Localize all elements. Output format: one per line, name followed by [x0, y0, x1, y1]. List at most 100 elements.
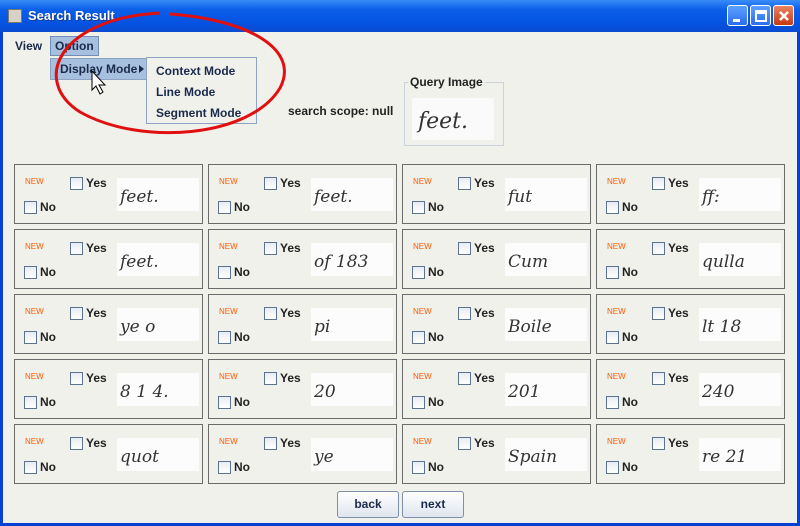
yes-checkbox[interactable]: [264, 177, 277, 190]
result-thumbnail-image[interactable]: 240: [699, 373, 781, 406]
result-thumbnail-image[interactable]: 8 1 4.: [117, 373, 199, 406]
no-checkbox[interactable]: [24, 201, 37, 214]
no-checkbox[interactable]: [606, 266, 619, 279]
no-checkbox[interactable]: [606, 396, 619, 409]
no-checkbox[interactable]: [412, 461, 425, 474]
minimize-button[interactable]: [727, 5, 748, 26]
result-thumbnail-image[interactable]: quot: [117, 438, 199, 471]
no-label: No: [234, 460, 250, 474]
no-label: No: [428, 330, 444, 344]
yes-checkbox[interactable]: [70, 372, 83, 385]
yes-checkbox[interactable]: [264, 242, 277, 255]
no-label: No: [40, 395, 56, 409]
no-checkbox[interactable]: [24, 331, 37, 344]
no-checkbox[interactable]: [412, 396, 425, 409]
no-checkbox[interactable]: [218, 331, 231, 344]
menu-view[interactable]: View: [11, 36, 46, 56]
menu-item-segment-mode[interactable]: Segment Mode: [156, 106, 241, 120]
svg-text:feet.: feet.: [118, 252, 159, 272]
yes-checkbox[interactable]: [70, 242, 83, 255]
result-card: NEW Yes No 201: [402, 359, 591, 419]
close-button[interactable]: [773, 5, 794, 26]
result-thumbnail-image[interactable]: lt 18: [699, 308, 781, 341]
yes-checkbox[interactable]: [652, 372, 665, 385]
no-checkbox[interactable]: [606, 201, 619, 214]
title-bar[interactable]: Search Result: [0, 0, 800, 32]
result-card: NEW Yes No Boile: [402, 294, 591, 354]
yes-checkbox[interactable]: [458, 372, 471, 385]
result-card: NEW Yes No ye: [208, 424, 397, 484]
result-thumbnail-image[interactable]: of 183: [311, 243, 393, 276]
yes-label: Yes: [668, 241, 689, 255]
back-button[interactable]: back: [337, 491, 399, 518]
result-card: NEW Yes No quot: [14, 424, 203, 484]
no-checkbox[interactable]: [24, 266, 37, 279]
result-thumbnail-image[interactable]: 201: [505, 373, 587, 406]
yes-checkbox[interactable]: [458, 437, 471, 450]
yes-checkbox[interactable]: [652, 307, 665, 320]
no-checkbox[interactable]: [218, 461, 231, 474]
new-badge: NEW: [413, 307, 432, 316]
no-checkbox[interactable]: [24, 396, 37, 409]
menu-option[interactable]: Option: [50, 36, 99, 56]
yes-checkbox[interactable]: [652, 242, 665, 255]
result-thumbnail-image[interactable]: pi: [311, 308, 393, 341]
maximize-button[interactable]: [750, 5, 771, 26]
yes-checkbox[interactable]: [264, 307, 277, 320]
yes-label: Yes: [280, 241, 301, 255]
no-checkbox[interactable]: [412, 331, 425, 344]
yes-checkbox[interactable]: [70, 437, 83, 450]
result-thumbnail-image[interactable]: fut: [505, 178, 587, 211]
no-checkbox[interactable]: [412, 266, 425, 279]
no-checkbox[interactable]: [24, 461, 37, 474]
no-label: No: [40, 330, 56, 344]
no-checkbox[interactable]: [218, 266, 231, 279]
yes-checkbox[interactable]: [264, 437, 277, 450]
result-thumbnail-image[interactable]: ye: [311, 438, 393, 471]
result-thumbnail-image[interactable]: qulla: [699, 243, 781, 276]
yes-label: Yes: [474, 241, 495, 255]
no-checkbox[interactable]: [412, 201, 425, 214]
yes-checkbox[interactable]: [70, 177, 83, 190]
result-thumbnail-image[interactable]: feet.: [117, 243, 199, 276]
yes-label: Yes: [280, 371, 301, 385]
yes-checkbox[interactable]: [652, 177, 665, 190]
svg-text:qulla: qulla: [702, 252, 745, 272]
yes-checkbox[interactable]: [652, 437, 665, 450]
result-thumbnail-image[interactable]: Cum: [505, 243, 587, 276]
menu-item-display-mode[interactable]: Display Mode: [51, 59, 146, 79]
no-checkbox[interactable]: [218, 201, 231, 214]
result-thumbnail-image[interactable]: ff:: [699, 178, 781, 211]
svg-text:Cum: Cum: [508, 252, 548, 272]
yes-checkbox[interactable]: [264, 372, 277, 385]
no-label: No: [40, 265, 56, 279]
no-label: No: [428, 395, 444, 409]
result-thumbnail-image[interactable]: Boile: [505, 308, 587, 341]
new-badge: NEW: [607, 177, 626, 186]
result-thumbnail-image[interactable]: re 21: [699, 438, 781, 471]
no-checkbox[interactable]: [606, 461, 619, 474]
yes-checkbox[interactable]: [458, 177, 471, 190]
result-thumbnail-image[interactable]: Spain: [505, 438, 587, 471]
no-checkbox[interactable]: [606, 331, 619, 344]
menu-item-context-mode[interactable]: Context Mode: [156, 64, 235, 78]
yes-checkbox[interactable]: [458, 307, 471, 320]
result-thumbnail-image[interactable]: feet.: [117, 178, 199, 211]
menu-item-line-mode[interactable]: Line Mode: [156, 85, 215, 99]
result-thumbnail-image[interactable]: feet.: [311, 178, 393, 211]
yes-label: Yes: [668, 176, 689, 190]
no-label: No: [428, 265, 444, 279]
no-label: No: [622, 330, 638, 344]
yes-label: Yes: [474, 176, 495, 190]
yes-checkbox[interactable]: [70, 307, 83, 320]
new-badge: NEW: [25, 372, 44, 381]
svg-text:20: 20: [313, 382, 336, 402]
new-badge: NEW: [219, 177, 238, 186]
next-button[interactable]: next: [402, 491, 464, 518]
yes-label: Yes: [280, 436, 301, 450]
result-card: NEW Yes No 240: [596, 359, 785, 419]
yes-checkbox[interactable]: [458, 242, 471, 255]
result-thumbnail-image[interactable]: ye o: [117, 308, 199, 341]
no-checkbox[interactable]: [218, 396, 231, 409]
result-thumbnail-image[interactable]: 20: [311, 373, 393, 406]
